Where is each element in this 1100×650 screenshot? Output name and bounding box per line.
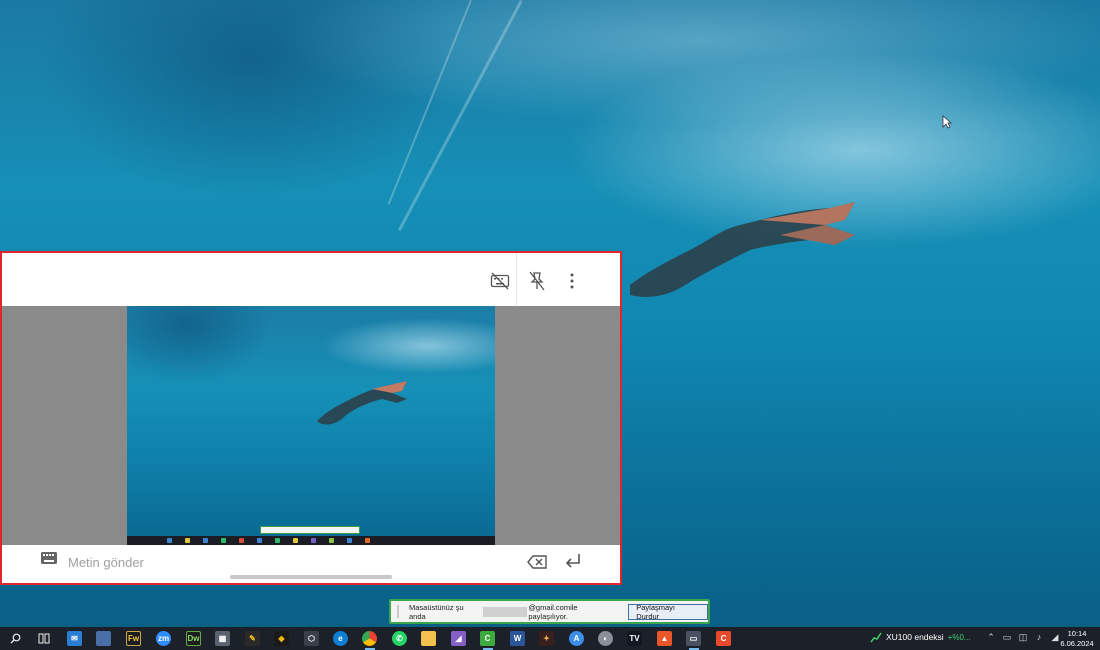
stop-sharing-button[interactable]: Paylaşmayı Durdur [628, 603, 708, 621]
task-view-icon[interactable] [36, 631, 51, 646]
system-tray: ⌃ ▭ ◫ ♪ ◢ [986, 632, 1060, 643]
freediver-thumbnail [317, 381, 407, 425]
viewer-footer: Metin gönder [2, 545, 620, 583]
battery-icon[interactable]: ▭ [1002, 632, 1012, 643]
more-vertical-icon[interactable] [558, 267, 586, 295]
mouse-cursor-icon [942, 115, 952, 129]
volume-icon[interactable]: ♪ [1034, 632, 1044, 643]
share-text-after: @gmail.comile paylaşılıyor. [528, 602, 578, 621]
tradingview-icon[interactable]: TV [627, 631, 642, 646]
email-redacted [483, 606, 528, 617]
toolbar-divider [516, 253, 517, 306]
office-icon[interactable]: ▲ [657, 631, 672, 646]
send-text-input[interactable]: Metin gönder [68, 555, 144, 570]
stock-name: XU100 endeksi [886, 632, 944, 642]
whatsapp-icon[interactable]: ✆ [392, 631, 407, 646]
zoom-icon[interactable]: zm [156, 631, 171, 646]
app-store-icon[interactable]: A [569, 631, 584, 646]
mail-icon[interactable]: ✉ [67, 631, 82, 646]
calculator-icon[interactable]: ▦ [215, 631, 230, 646]
keyboard-off-icon[interactable] [486, 267, 514, 295]
backspace-icon[interactable] [526, 553, 548, 571]
mini-taskbar [127, 536, 495, 545]
viewer-toolbar [2, 253, 620, 306]
drag-handle[interactable] [397, 605, 399, 618]
freediver-image [630, 202, 855, 297]
file-explorer-icon[interactable] [421, 631, 436, 646]
clock[interactable]: 10:14 6.06.2024 [1060, 629, 1094, 649]
network-icon[interactable]: ◫ [1018, 632, 1028, 643]
globe-app-icon[interactable]: ◐ [598, 631, 613, 646]
shared-screen-preview[interactable] [127, 306, 495, 545]
chart-up-icon [870, 632, 882, 643]
binance-icon[interactable]: ◆ [274, 631, 289, 646]
camtasia-icon[interactable]: C [480, 631, 495, 646]
chevron-up-icon[interactable]: ⌃ [986, 632, 996, 643]
edge-icon[interactable]: e [333, 631, 348, 646]
chrome-icon[interactable] [362, 631, 377, 646]
viewer-stage [2, 306, 620, 545]
screen-share-viewer-window: Metin gönder [0, 251, 622, 585]
clock-time: 10:14 [1067, 629, 1087, 638]
share-text-before: Masaüstünüz şu anda [409, 602, 464, 621]
network-app-icon[interactable] [96, 631, 111, 646]
horizontal-scrollbar[interactable] [230, 575, 392, 579]
sticky-notes-icon[interactable]: ✎ [245, 631, 260, 646]
mini-share-notice [260, 526, 360, 534]
taskbar: ✉ Fw zm Dw ▦ ✎ ◆ ⬡ e ✆ ◢ C W ✦ A ◐ TV ▲ … [0, 627, 1100, 650]
remote-desktop-icon[interactable]: ▭ [686, 631, 701, 646]
stock-change: +%0... [947, 632, 971, 642]
fireworks-icon[interactable]: Fw [126, 631, 141, 646]
cube-app-icon[interactable]: ⬡ [304, 631, 319, 646]
cutter-app-icon[interactable]: C [716, 631, 731, 646]
enter-icon[interactable] [563, 551, 583, 571]
game-app-icon[interactable]: ✦ [539, 631, 554, 646]
dreamweaver-icon[interactable]: Dw [186, 631, 201, 646]
visual-studio-icon[interactable]: ◢ [451, 631, 466, 646]
stock-widget[interactable]: XU100 endeksi +%0... [870, 631, 971, 643]
word-icon[interactable]: W [510, 631, 525, 646]
keyboard-icon[interactable] [40, 551, 58, 565]
light-ray [397, 0, 523, 231]
clock-date: 6.06.2024 [1060, 639, 1094, 648]
unpin-icon[interactable] [523, 267, 551, 295]
wifi-icon[interactable]: ◢ [1050, 632, 1060, 643]
search-icon[interactable] [8, 631, 23, 646]
screen-sharing-notification: Masaüstünüz şu anda @gmail.comile paylaş… [389, 599, 710, 624]
